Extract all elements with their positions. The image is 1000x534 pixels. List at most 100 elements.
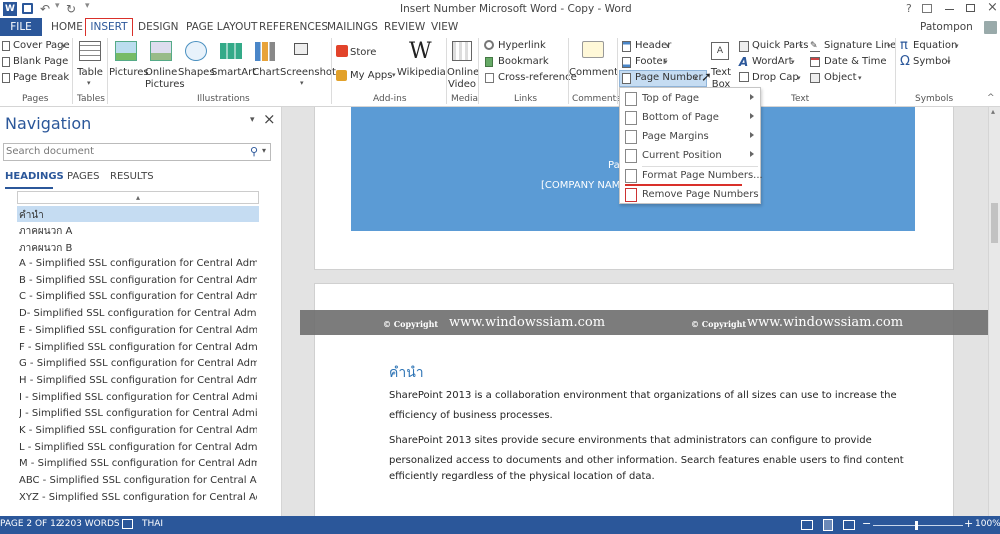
zoom-in-icon[interactable]: + bbox=[964, 517, 973, 530]
wikipedia-button[interactable]: Wikipedia bbox=[397, 67, 446, 79]
zoom-level[interactable]: 100% bbox=[975, 519, 1000, 529]
paragraph-line: efficiently regardless of the physical l… bbox=[389, 471, 655, 482]
blank-page-button[interactable]: Blank Page bbox=[13, 56, 68, 67]
cover-company-name: [COMPANY NAM bbox=[541, 180, 621, 191]
comment-button[interactable]: Comment bbox=[569, 67, 618, 79]
ribbon-display-icon[interactable] bbox=[922, 4, 932, 13]
text-box-button[interactable]: Text Box bbox=[706, 67, 736, 87]
pane-options-icon[interactable]: ▾ bbox=[250, 115, 255, 125]
zoom-slider[interactable] bbox=[873, 525, 963, 526]
user-name[interactable]: Patompon bbox=[920, 21, 973, 33]
page-count[interactable]: PAGE 2 OF 12 bbox=[0, 519, 62, 529]
user-avatar[interactable] bbox=[984, 21, 997, 34]
tab-review[interactable]: REVIEW bbox=[384, 21, 425, 33]
list-item[interactable]: XYZ - Simplified SSL configuration for C… bbox=[19, 492, 257, 503]
restore-icon[interactable] bbox=[966, 4, 975, 12]
chart-button[interactable]: Chart bbox=[250, 67, 282, 79]
list-item[interactable]: คำนำ bbox=[19, 208, 257, 223]
my-apps-button[interactable]: My Apps bbox=[350, 70, 392, 81]
proofing-icon[interactable] bbox=[122, 519, 133, 529]
smartart-button[interactable]: SmartArt bbox=[211, 67, 256, 79]
menu-item-format-page-numbers[interactable]: Format Page Numbers... bbox=[620, 167, 763, 185]
list-item[interactable]: L - Simplified SSL configuration for Cen… bbox=[19, 442, 257, 453]
tab-page-layout[interactable]: PAGE LAYOUT bbox=[186, 21, 257, 33]
paragraph-line: efficiency of business processes. bbox=[389, 410, 553, 421]
save-icon[interactable] bbox=[22, 3, 33, 14]
equation-button[interactable]: Equation bbox=[913, 40, 957, 51]
undo-icon[interactable]: ↶ bbox=[40, 2, 50, 16]
list-item[interactable]: D- Simplified SSL configuration for Cent… bbox=[19, 308, 257, 319]
date-time-icon bbox=[810, 57, 820, 67]
zoom-thumb[interactable] bbox=[915, 521, 918, 530]
tab-view[interactable]: VIEW bbox=[431, 21, 458, 33]
footer-button[interactable]: Footer bbox=[635, 56, 667, 67]
list-item[interactable]: M - Simplified SSL configuration for Cen… bbox=[19, 458, 257, 469]
list-item[interactable]: K - Simplified SSL configuration for Cen… bbox=[19, 425, 257, 436]
chevron-down-icon[interactable]: ▾ bbox=[262, 146, 266, 155]
scroll-thumb[interactable] bbox=[991, 203, 998, 243]
drop-cap-button[interactable]: Drop Cap bbox=[752, 72, 799, 83]
collapse-ribbon-icon[interactable]: ^ bbox=[987, 93, 995, 103]
minimize-icon[interactable] bbox=[945, 9, 954, 10]
object-button[interactable]: Object bbox=[824, 72, 857, 83]
list-item[interactable]: A - Simplified SSL configuration for Cen… bbox=[19, 258, 257, 269]
redo-icon[interactable]: ↻ bbox=[66, 2, 76, 16]
search-input[interactable]: Search document ⚲ ▾ bbox=[3, 143, 271, 161]
hyperlink-button[interactable]: Hyperlink bbox=[498, 40, 546, 51]
signature-line-button[interactable]: Signature Line bbox=[824, 40, 896, 51]
symbol-button[interactable]: Symbol bbox=[913, 56, 950, 67]
list-item[interactable]: F - Simplified SSL configuration for Cen… bbox=[19, 342, 257, 353]
table-button[interactable]: Table bbox=[75, 67, 105, 79]
dropdown-icon[interactable]: ▾ bbox=[55, 1, 60, 11]
tab-references[interactable]: REFERENCES bbox=[259, 21, 328, 33]
list-item[interactable]: ABC - Simplified SSL configuration for C… bbox=[19, 475, 257, 486]
nav-tab-headings[interactable]: HEADINGS bbox=[5, 171, 64, 182]
help-button[interactable]: ? bbox=[906, 2, 912, 15]
web-layout-icon[interactable] bbox=[843, 520, 855, 530]
list-item[interactable]: C - Simplified SSL configuration for Cen… bbox=[19, 291, 257, 302]
menu-item-top-of-page[interactable]: Top of Page bbox=[620, 90, 762, 108]
language[interactable]: THAI bbox=[142, 519, 163, 529]
online-pictures-button[interactable]: Online Pictures bbox=[145, 67, 185, 91]
bookmark-button[interactable]: Bookmark bbox=[498, 56, 549, 67]
store-button[interactable]: Store bbox=[350, 47, 376, 58]
collapse-all-button[interactable]: ▴ bbox=[17, 191, 259, 204]
print-layout-icon[interactable] bbox=[823, 519, 833, 531]
list-item[interactable]: E - Simplified SSL configuration for Cen… bbox=[19, 325, 257, 336]
menu-item-current-position[interactable]: Current Position bbox=[620, 147, 762, 165]
vertical-scrollbar[interactable]: ▴ bbox=[988, 107, 1000, 516]
close-icon[interactable]: × bbox=[263, 110, 276, 128]
scroll-up-icon[interactable]: ▴ bbox=[991, 107, 995, 116]
zoom-out-icon[interactable]: − bbox=[862, 517, 871, 530]
customize-icon[interactable]: ▾ bbox=[85, 1, 90, 11]
list-item[interactable]: H - Simplified SSL configuration for Cen… bbox=[19, 375, 257, 386]
online-video-button[interactable]: Online Video bbox=[447, 67, 479, 91]
tab-mailings[interactable]: MAILINGS bbox=[327, 21, 378, 33]
tab-insert[interactable]: INSERT bbox=[85, 18, 133, 37]
word-count[interactable]: 2203 WORDS bbox=[59, 519, 120, 529]
list-item[interactable]: I - Simplified SSL configuration for Cen… bbox=[19, 392, 257, 403]
list-item[interactable]: G - Simplified SSL configuration for Cen… bbox=[19, 358, 257, 369]
menu-item-page-margins[interactable]: Page Margins bbox=[620, 128, 762, 146]
tab-file[interactable]: FILE bbox=[0, 18, 42, 36]
list-item[interactable]: ภาคผนวก A bbox=[19, 224, 257, 239]
list-item[interactable]: ภาคผนวก B bbox=[19, 241, 257, 256]
tab-design[interactable]: DESIGN bbox=[138, 21, 178, 33]
menu-item-bottom-of-page[interactable]: Bottom of Page bbox=[620, 109, 762, 127]
read-mode-icon[interactable] bbox=[801, 520, 813, 530]
shapes-button[interactable]: Shapes bbox=[178, 67, 215, 79]
list-item[interactable]: B - Simplified SSL configuration for Cen… bbox=[19, 275, 257, 286]
wordart-button[interactable]: WordArt bbox=[752, 56, 793, 67]
nav-tab-results[interactable]: RESULTS bbox=[110, 171, 154, 182]
list-item[interactable]: J - Simplified SSL configuration for Cen… bbox=[19, 408, 257, 419]
nav-tab-pages[interactable]: PAGES bbox=[67, 171, 99, 182]
close-window-icon[interactable]: × bbox=[987, 0, 998, 15]
tab-home[interactable]: HOME bbox=[51, 21, 83, 33]
search-icon[interactable]: ⚲ bbox=[250, 145, 258, 158]
pictures-button[interactable]: Pictures bbox=[109, 67, 149, 79]
screenshot-button[interactable]: Screenshot bbox=[280, 67, 336, 79]
page-break-button[interactable]: Page Break bbox=[13, 72, 69, 83]
cross-reference-button[interactable]: Cross-reference bbox=[498, 72, 577, 83]
menu-item-remove-page-numbers[interactable]: Remove Page Numbers bbox=[620, 186, 762, 204]
date-time-button[interactable]: Date & Time bbox=[824, 56, 887, 67]
